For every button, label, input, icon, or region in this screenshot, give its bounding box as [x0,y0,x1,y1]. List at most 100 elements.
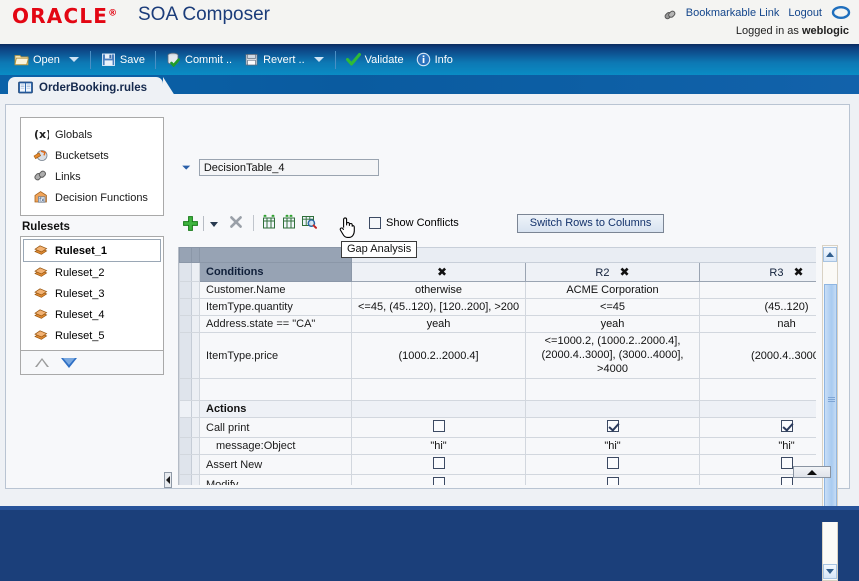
action-checkbox[interactable] [432,420,445,433]
table-row[interactable] [179,378,816,402]
table-row[interactable]: message:Object "hi" "hi" "hi" [179,437,816,456]
oval-icon[interactable] [831,5,851,20]
condition-cell[interactable] [698,378,816,402]
condition-cell[interactable]: nah [698,315,816,333]
revert-button[interactable]: Revert .. [238,50,311,69]
condition-cell[interactable]: (1000.2..2000.4] [351,331,526,380]
sidebar-item-decision-functions[interactable]: fx Decision Functions [21,187,163,208]
info-button[interactable]: Info [410,50,459,69]
condition-cell[interactable]: ACME Corporation [525,281,700,299]
action-cell[interactable]: "hi" [351,437,526,456]
condition-cell[interactable] [351,378,526,402]
scroll-down-button[interactable] [823,564,837,579]
action-cell[interactable] [698,417,816,439]
panel-splitter[interactable] [164,117,172,488]
bookmarkable-link[interactable]: Bookmarkable Link [686,7,780,19]
gap-analysis-icon[interactable] [301,214,317,233]
table-row[interactable]: Modify [179,474,816,485]
condition-cell[interactable] [698,281,816,299]
sidebar-item-ruleset-1[interactable]: Ruleset_1 [23,239,161,262]
show-conflicts-checkbox[interactable]: Show Conflicts [369,217,459,229]
split-cell-icon[interactable] [261,214,277,233]
action-cell[interactable]: "hi" [698,437,816,456]
condition-cell[interactable] [525,378,700,402]
logout-link[interactable]: Logout [788,7,822,19]
action-label[interactable]: message:Object [199,437,352,456]
table-row[interactable]: Address.state == "CA" yeah yeah nah [179,315,816,333]
show-conflicts-checkbox-box[interactable] [369,217,381,229]
action-cell[interactable] [351,474,526,485]
delete-x-icon[interactable] [228,214,244,233]
condition-cell[interactable]: <=45 [525,298,700,316]
table-row[interactable]: ItemType.quantity <=45, (45..120), [120.… [179,298,816,316]
action-checkbox[interactable] [432,457,445,470]
table-row[interactable]: Customer.Name otherwise ACME Corporation [179,281,816,299]
sidebar-item-links[interactable]: Links [21,166,163,187]
table-row[interactable]: ItemType.price (1000.2..2000.4] <=1000.2… [179,331,816,380]
gap-analysis-tooltip: Gap Analysis [341,241,418,258]
action-checkbox[interactable] [780,477,793,485]
action-checkbox[interactable] [780,420,793,433]
close-x-icon[interactable]: ✖ [620,266,630,278]
triangle-up-icon[interactable] [35,358,49,367]
action-cell[interactable] [525,454,700,476]
action-checkbox[interactable] [780,457,793,470]
condition-cell[interactable]: otherwise [351,281,526,299]
scroll-up-button[interactable] [823,247,837,262]
condition-label[interactable] [199,378,352,402]
close-x-icon[interactable]: ✖ [794,266,804,278]
condition-label[interactable]: ItemType.price [199,331,352,380]
validate-button[interactable]: Validate [340,50,410,69]
condition-cell[interactable]: (2000.4..3000] [698,331,816,380]
action-checkbox[interactable] [606,477,619,485]
sidebar-item-ruleset-4[interactable]: Ruleset_4 [21,304,163,325]
save-button[interactable]: Save [95,50,151,69]
condition-label[interactable]: Customer.Name [199,281,352,299]
triangle-down-icon[interactable] [61,357,77,368]
condition-cell[interactable]: yeah [525,315,700,333]
action-cell[interactable] [525,417,700,439]
table-row[interactable]: Call print [179,417,816,439]
commit-button[interactable]: Commit .. [160,50,238,69]
action-checkbox[interactable] [606,457,619,470]
merge-cell-icon[interactable] [281,214,297,233]
rule-column-header-r1[interactable]: ✖ [351,262,526,282]
action-label[interactable]: Modify [199,474,352,485]
action-cell[interactable]: "hi" [525,437,700,456]
open-dropdown-caret-icon[interactable] [68,57,79,62]
condition-cell[interactable]: (45..120) [698,298,816,316]
rule-column-header-r2[interactable]: R2 ✖ [525,262,700,282]
table-row[interactable]: Assert New [179,454,816,476]
rule-column-header-r3[interactable]: R3 ✖ [698,262,816,282]
condition-label[interactable]: ItemType.quantity [199,298,352,316]
action-cell[interactable] [525,474,700,485]
sidebar-item-ruleset-2[interactable]: Ruleset_2 [21,262,163,283]
sidebar-item-ruleset-5[interactable]: Ruleset_5 [21,325,163,346]
scrollbar-thumb[interactable] [824,284,837,519]
action-checkbox[interactable] [432,477,445,485]
tab-orderbooking-rules[interactable]: OrderBooking.rules [8,77,177,99]
chevron-down-icon[interactable] [210,221,218,227]
condition-label[interactable]: Address.state == "CA" [199,315,352,333]
sidebar-item-bucketsets[interactable]: Bucketsets [21,145,163,166]
action-label[interactable]: Call print [199,417,352,439]
chevron-double-down-icon[interactable]: ⏷ [182,162,191,173]
action-label[interactable]: Assert New [199,454,352,476]
condition-cell[interactable]: <=1000.2, (1000.2..2000.4], (2000.4..300… [525,331,700,380]
decision-table-name-input[interactable] [198,159,379,176]
sidebar-item-ruleset-3[interactable]: Ruleset_3 [21,283,163,304]
action-checkbox[interactable] [606,420,619,433]
sidebar-item-globals[interactable]: (x) Globals [21,124,163,145]
close-x-icon[interactable]: ✖ [437,266,447,278]
action-cell[interactable] [351,454,526,476]
condition-cell[interactable]: <=45, (45..120), [120..200], >200 [351,298,526,316]
collapse-panel-button[interactable] [793,466,831,478]
action-cell[interactable] [351,417,526,439]
open-button[interactable]: Open [8,50,66,69]
splitter-collapse-button[interactable] [164,472,172,488]
condition-cell[interactable]: yeah [351,315,526,333]
switch-rows-to-columns-button[interactable]: Switch Rows to Columns [516,213,665,233]
add-plus-icon[interactable] [182,215,199,232]
vertical-scrollbar[interactable] [822,245,838,581]
revert-dropdown-caret-icon[interactable] [313,57,324,62]
